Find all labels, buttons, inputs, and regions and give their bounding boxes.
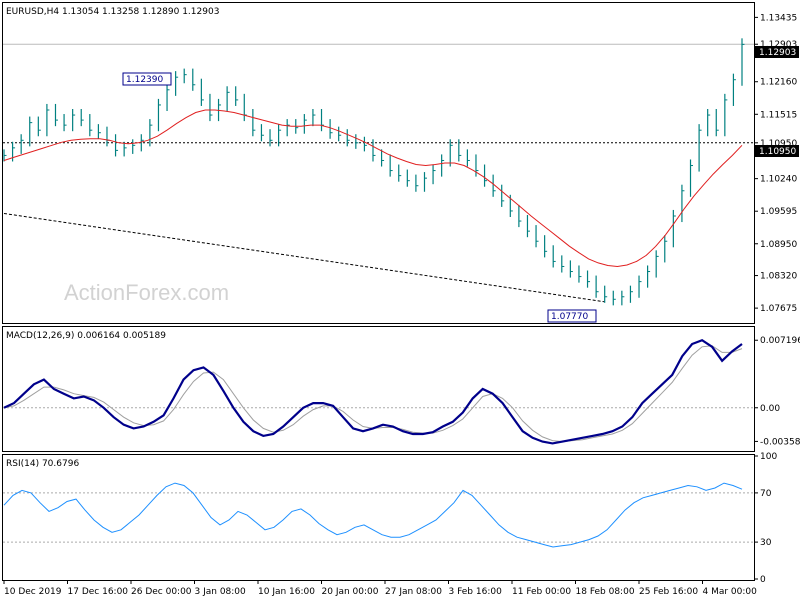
macd-axis: 0.007196 0.00 -0.003585	[754, 336, 800, 447]
rsi-header: RSI(14) 70.6796	[6, 459, 79, 469]
macd-header: MACD(12,26,9) 0.006164 0.005189	[6, 331, 166, 341]
price-panel-frame	[2, 2, 755, 324]
price-header: EURUSD,H4 1.13054 1.13258 1.12890 1.1290…	[6, 7, 219, 17]
price-tick-label: 1.13435	[760, 13, 797, 23]
macd-tick-label: -0.003585	[760, 437, 800, 447]
high-label: 1.12390	[122, 72, 172, 86]
watermark: ActionForex.com	[64, 280, 229, 305]
time-tick-label: 26 Dec 00:00	[131, 587, 192, 597]
time-tick-label: 25 Feb 16:00	[639, 587, 698, 597]
time-tick-label: 3 Feb 16:00	[449, 587, 503, 597]
time-tick-label: 3 Jan 08:00	[195, 587, 247, 597]
price-tick-label: 1.12160	[760, 78, 797, 88]
level-price-tag: 1.10950	[755, 145, 799, 157]
price-tick-label: 1.07675	[760, 304, 797, 314]
macd-tick-label: 0.00	[760, 404, 780, 414]
price-tick-label: 1.08320	[760, 272, 797, 282]
price-axis: 1.13435 1.12903 1.12160 1.11515 1.10950 1.102…	[754, 13, 797, 314]
low-label: 1.07770	[547, 309, 597, 323]
rsi-axis: 100 70 30 0	[754, 452, 777, 585]
rsi-panel-frame	[2, 454, 755, 581]
macd-panel-frame	[2, 326, 755, 452]
rsi-tick-label: 100	[760, 452, 777, 462]
high-label-text: 1.12390	[126, 75, 163, 85]
time-tick-label: 10 Dec 2019	[4, 587, 62, 597]
rsi-tick-label: 0	[760, 575, 766, 585]
time-tick-label: 27 Jan 08:00	[385, 587, 442, 597]
time-tick-label: 4 Mar 00:00	[703, 587, 758, 597]
forex-chart: ActionForex.com 1.134351.129031.121601.1…	[2, 2, 800, 597]
level-price-text: 1.10950	[759, 147, 796, 157]
price-tick-label: 1.09595	[760, 207, 797, 217]
current-price-text: 1.12903	[759, 48, 796, 58]
time-tick-label: 11 Feb 00:00	[512, 587, 571, 597]
price-tick-label: 1.10240	[760, 175, 797, 185]
time-tick-label: 18 Feb 08:00	[576, 587, 635, 597]
price-tick-label: 1.08950	[760, 240, 797, 250]
rsi-tick-label: 30	[760, 538, 772, 548]
low-label-text: 1.07770	[551, 312, 588, 322]
time-tick-label: 10 Jan 16:00	[258, 587, 315, 597]
macd-tick-label: 0.007196	[760, 336, 800, 346]
rsi-tick-label: 70	[760, 489, 772, 499]
time-axis: 10 Dec 2019 17 Dec 16:00 26 Dec 00:00 3 Jan…	[3, 580, 758, 597]
price-tick-label: 1.11515	[760, 110, 797, 120]
time-tick-label: 20 Jan 00:00	[322, 587, 379, 597]
current-price-tag: 1.12903	[755, 46, 799, 58]
time-tick-label: 17 Dec 16:00	[68, 587, 129, 597]
